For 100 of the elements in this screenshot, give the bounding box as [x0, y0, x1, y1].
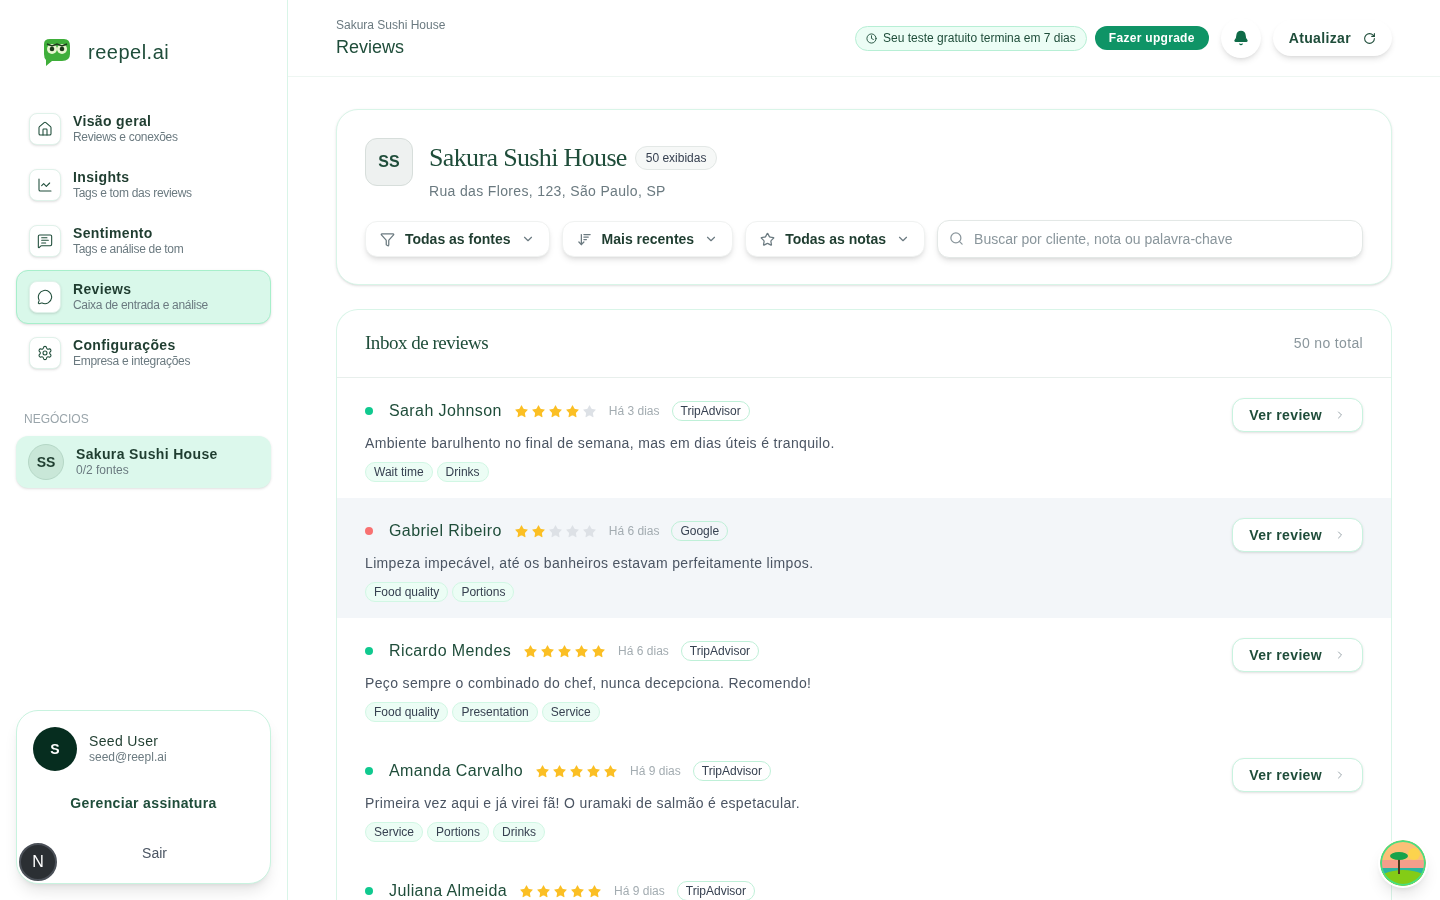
star-icon: [587, 883, 603, 899]
review-tag: Portions: [452, 582, 515, 602]
review-time: Há 9 dias: [630, 763, 681, 780]
nav-item[interactable]: Sentimento Tags e análise de tom: [16, 220, 271, 262]
star-icon: [536, 883, 552, 899]
clock-icon: [866, 32, 877, 44]
filter-dropdown[interactable]: Todas as notas: [745, 221, 926, 257]
chat-bubble-icon: [37, 289, 53, 305]
review-tag: Service: [365, 822, 423, 842]
star-icon: [513, 523, 529, 539]
star-icon: [540, 643, 556, 659]
reviewer-name: Gabriel Ribeiro: [389, 521, 502, 541]
line-chart-icon: [37, 177, 53, 193]
reviewer-name: Ricardo Mendes: [389, 641, 512, 661]
nav-subtitle: Reviews e conexões: [73, 130, 178, 146]
filter-dropdown[interactable]: Todas as fontes: [365, 221, 550, 257]
nav-subtitle: Caixa de entrada e análise: [73, 298, 208, 314]
inbox-title: Inbox de reviews: [365, 331, 489, 356]
refresh-icon: [1363, 31, 1376, 45]
business-title: Sakura Sushi House: [429, 142, 627, 174]
nav-title: Sentimento: [73, 224, 154, 243]
star-icon: [574, 643, 590, 659]
view-review-button[interactable]: Ver review: [1232, 518, 1363, 552]
star-icon: [564, 403, 580, 419]
review-row[interactable]: Gabriel Ribeiro Há 6 dias Google Limpeza impecável, até os banheiros estavam perfeitamente limpos. Food quality Portions Ver review: [337, 498, 1391, 618]
breadcrumb: Sakura Sushi House: [336, 16, 446, 34]
review-time: Há 3 dias: [608, 403, 660, 420]
star-icon: [535, 763, 551, 779]
view-review-button[interactable]: Ver review: [1232, 638, 1363, 672]
nav-item[interactable]: Configurações Empresa e integrações: [16, 332, 271, 374]
review-text: Ambiente barulhento no final de semana, mas em dias úteis é tranquilo.: [365, 434, 836, 453]
business-name: Sakura Sushi House: [76, 445, 218, 464]
star-icon: [581, 403, 597, 419]
nav-subtitle: Tags e tom das reviews: [73, 186, 192, 202]
nav-item[interactable]: Insights Tags e tom das reviews: [16, 164, 271, 206]
user-avatar: S: [33, 727, 77, 771]
search-icon: [949, 231, 965, 246]
star-icon: [530, 523, 546, 539]
nav-title: Insights: [73, 168, 131, 187]
view-review-button[interactable]: Ver review: [1232, 398, 1363, 432]
star-icon: [591, 643, 607, 659]
refresh-button[interactable]: Atualizar: [1272, 20, 1392, 56]
review-time: Há 6 dias: [618, 643, 669, 660]
review-tag: Drinks: [436, 462, 489, 482]
review-tag: Food quality: [365, 702, 449, 722]
sort-icon: [576, 231, 592, 247]
review-text: Limpeza impecável, até os banheiros estavam perfeitamente limpos.: [365, 554, 815, 573]
business-avatar: SS: [28, 444, 64, 480]
count-badge: 50 exibidas: [634, 145, 718, 170]
nav-title: Visão geral: [73, 112, 153, 131]
nav-title: Reviews: [73, 280, 133, 299]
star-icon: [569, 763, 585, 779]
star-icon: [586, 763, 602, 779]
review-text: Primeira vez aqui e já virei fã! O uramaki de salmão é espetacular.: [365, 794, 802, 813]
star-icon: [523, 643, 539, 659]
filter-icon: [380, 231, 395, 247]
reviewer-name: Sarah Johnson: [389, 401, 502, 421]
bell-icon: [1232, 30, 1249, 46]
business-address: Rua das Flores, 123, São Paulo, SP: [429, 182, 667, 201]
view-review-button[interactable]: Ver review: [1232, 758, 1363, 792]
star-icon: [553, 883, 569, 899]
star-icon: [513, 403, 529, 419]
star-icon: [552, 763, 568, 779]
upgrade-button[interactable]: Fazer upgrade: [1094, 26, 1209, 50]
review-tag: Presentation: [452, 702, 538, 722]
trial-text: Seu teste gratuito termina em 7 dias: [883, 30, 1076, 47]
user-email: seed@reepl.ai: [89, 750, 167, 766]
nav-item[interactable]: Visão geral Reviews e conexões: [16, 108, 271, 150]
home-icon: [37, 121, 53, 137]
star-icon: [557, 643, 573, 659]
review-time: Há 6 dias: [608, 523, 660, 540]
star-icon: [530, 403, 546, 419]
brand-name: reepel.ai: [88, 40, 170, 65]
star-icon: [603, 763, 619, 779]
nav-title: Configurações: [73, 336, 177, 355]
business-item[interactable]: SS Sakura Sushi House 0/2 fontes: [16, 436, 271, 488]
filter-dropdown[interactable]: Mais recentes: [561, 221, 734, 257]
business-sources: 0/2 fontes: [76, 463, 130, 479]
inbox-total: 50 no total: [1293, 334, 1363, 353]
search-field[interactable]: Buscar por cliente, nota ou palavra-chave: [937, 220, 1363, 258]
reviewer-name: Amanda Carvalho: [389, 761, 524, 781]
review-tag: Service: [541, 702, 600, 722]
nav-subtitle: Tags e análise de tom: [73, 242, 184, 258]
review-time: Há 9 dias: [614, 883, 665, 900]
business-avatar: SS: [365, 138, 413, 186]
star-icon: [519, 883, 535, 899]
reviewer-name: Juliana Almeida: [389, 881, 508, 900]
settings-icon: [37, 345, 53, 361]
star-icon: [570, 883, 586, 899]
nav-subtitle: Empresa e integrações: [73, 354, 191, 370]
review-tag: Food quality: [365, 582, 449, 602]
section-heading: NEGÓCIOS: [23, 410, 90, 428]
page-title: Reviews: [336, 35, 406, 59]
user-name: Seed User: [89, 732, 160, 751]
nav-item[interactable]: Reviews Caixa de entrada e análise: [16, 270, 271, 324]
review-text: Peço sempre o combinado do chef, nunca decepciona. Recomendo!: [365, 674, 813, 693]
review-tag: Portions: [427, 822, 490, 842]
star-icon: [547, 403, 563, 419]
notifications-button[interactable]: [1220, 18, 1261, 58]
star-icon: [760, 231, 776, 247]
